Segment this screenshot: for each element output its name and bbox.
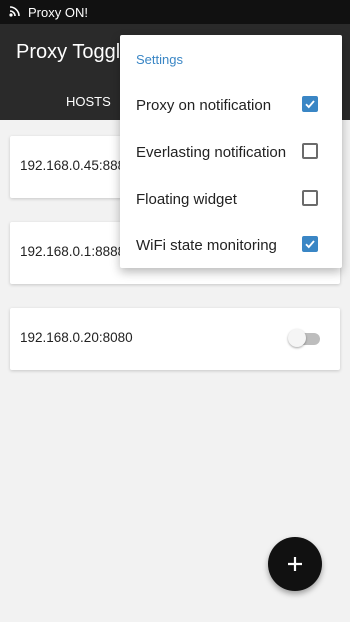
menu-item-label: Proxy on notification [136,97,272,114]
menu-item-label: Everlasting notification [136,144,287,161]
toggle-thumb [288,329,306,347]
host-address: 192.168.0.20:8080 [20,330,133,345]
menu-item-floating-widget[interactable]: Floating widget [120,176,342,222]
settings-menu-title: Settings [136,52,183,67]
checkbox-unchecked[interactable] [302,190,318,206]
menu-item-label: WiFi state monitoring [136,237,277,254]
host-address: 192.168.0.45:8888 [20,158,133,173]
host-card[interactable]: 192.168.0.20:8080 [10,308,340,370]
menu-item-wifi-state-monitoring[interactable]: WiFi state monitoring [120,222,342,268]
tab-hosts[interactable]: HOSTS [66,94,111,109]
host-address: 192.168.0.1:8888 [20,244,126,259]
checkbox-unchecked[interactable] [302,143,318,159]
menu-item-label: Floating widget [136,191,237,208]
wifi-icon [8,4,22,21]
menu-item-proxy-on-notification[interactable]: Proxy on notification [120,82,342,128]
status-text: Proxy ON! [28,4,88,20]
menu-item-everlasting-notification[interactable]: Everlasting notification [120,129,342,175]
host-toggle-switch[interactable] [288,329,320,347]
settings-menu: Settings Proxy on notification Everlasti… [120,35,342,268]
checkbox-checked[interactable] [302,96,318,112]
app-title: Proxy Toggle [16,41,132,63]
add-host-button[interactable] [268,537,322,591]
check-icon [305,240,315,249]
status-bar: Proxy ON! [0,0,350,24]
check-icon [305,100,315,109]
plus-icon [288,557,302,571]
checkbox-checked[interactable] [302,236,318,252]
